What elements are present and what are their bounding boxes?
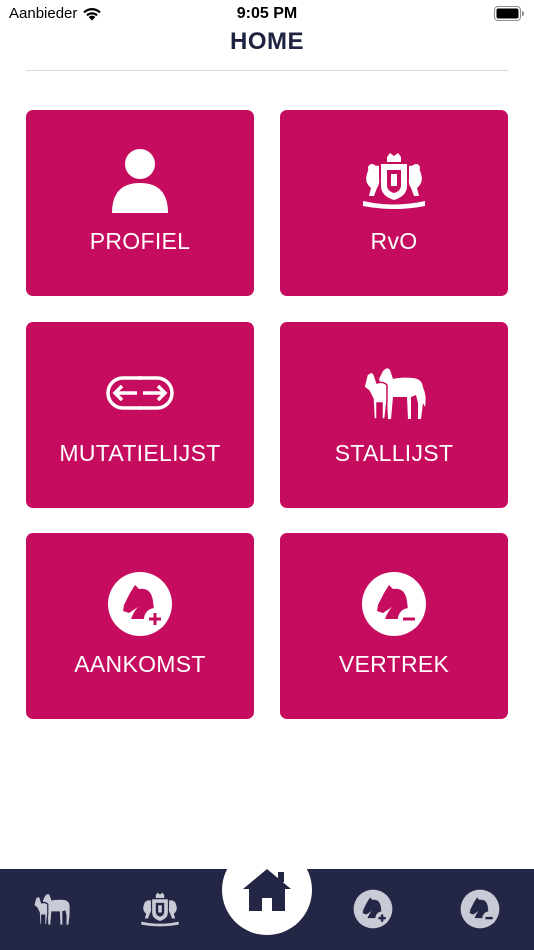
stable-list-tile[interactable]: STALLIJST xyxy=(280,322,508,508)
stable-list-tile-label: STALLIJST xyxy=(334,440,454,466)
status-time: 9:05 PM xyxy=(236,5,298,22)
profile-tile[interactable]: PROFIEL xyxy=(26,110,254,296)
horse-head-minus-icon xyxy=(460,889,500,929)
home-icon xyxy=(243,869,291,911)
tab-departure[interactable] xyxy=(450,879,510,939)
profile-tile-label: PROFIEL xyxy=(89,228,191,254)
tab-rvo[interactable] xyxy=(130,879,190,939)
royal-coat-of-arms-icon xyxy=(280,146,508,216)
horse-head-minus-icon xyxy=(280,569,508,639)
tab-stable-list[interactable] xyxy=(22,879,82,939)
tab-arrival[interactable] xyxy=(343,879,403,939)
tab-home[interactable] xyxy=(222,845,312,935)
mutation-list-tile[interactable]: MUTATIELIJST xyxy=(26,322,254,508)
transfer-arrows-icon xyxy=(26,358,254,428)
header-divider xyxy=(26,70,508,71)
battery-icon xyxy=(494,6,524,21)
horse-head-plus-icon xyxy=(26,569,254,639)
departure-tile[interactable]: VERTREK xyxy=(280,533,508,719)
arrival-tile-label: AANKOMST xyxy=(74,651,206,677)
arrival-tile[interactable]: AANKOMST xyxy=(26,533,254,719)
person-icon xyxy=(26,146,254,216)
mutation-list-tile-label: MUTATIELIJST xyxy=(59,440,221,466)
rvo-tile[interactable]: RvO xyxy=(280,110,508,296)
status-bar: Aanbieder 9:05 PM xyxy=(0,0,534,28)
horses-icon xyxy=(280,358,508,428)
rvo-tile-label: RvO xyxy=(370,228,418,254)
horse-head-plus-icon xyxy=(353,889,393,929)
departure-tile-label: VERTREK xyxy=(338,651,450,677)
royal-coat-of-arms-icon xyxy=(141,892,179,926)
horses-icon xyxy=(33,894,70,926)
page-title: HOME xyxy=(230,28,304,55)
